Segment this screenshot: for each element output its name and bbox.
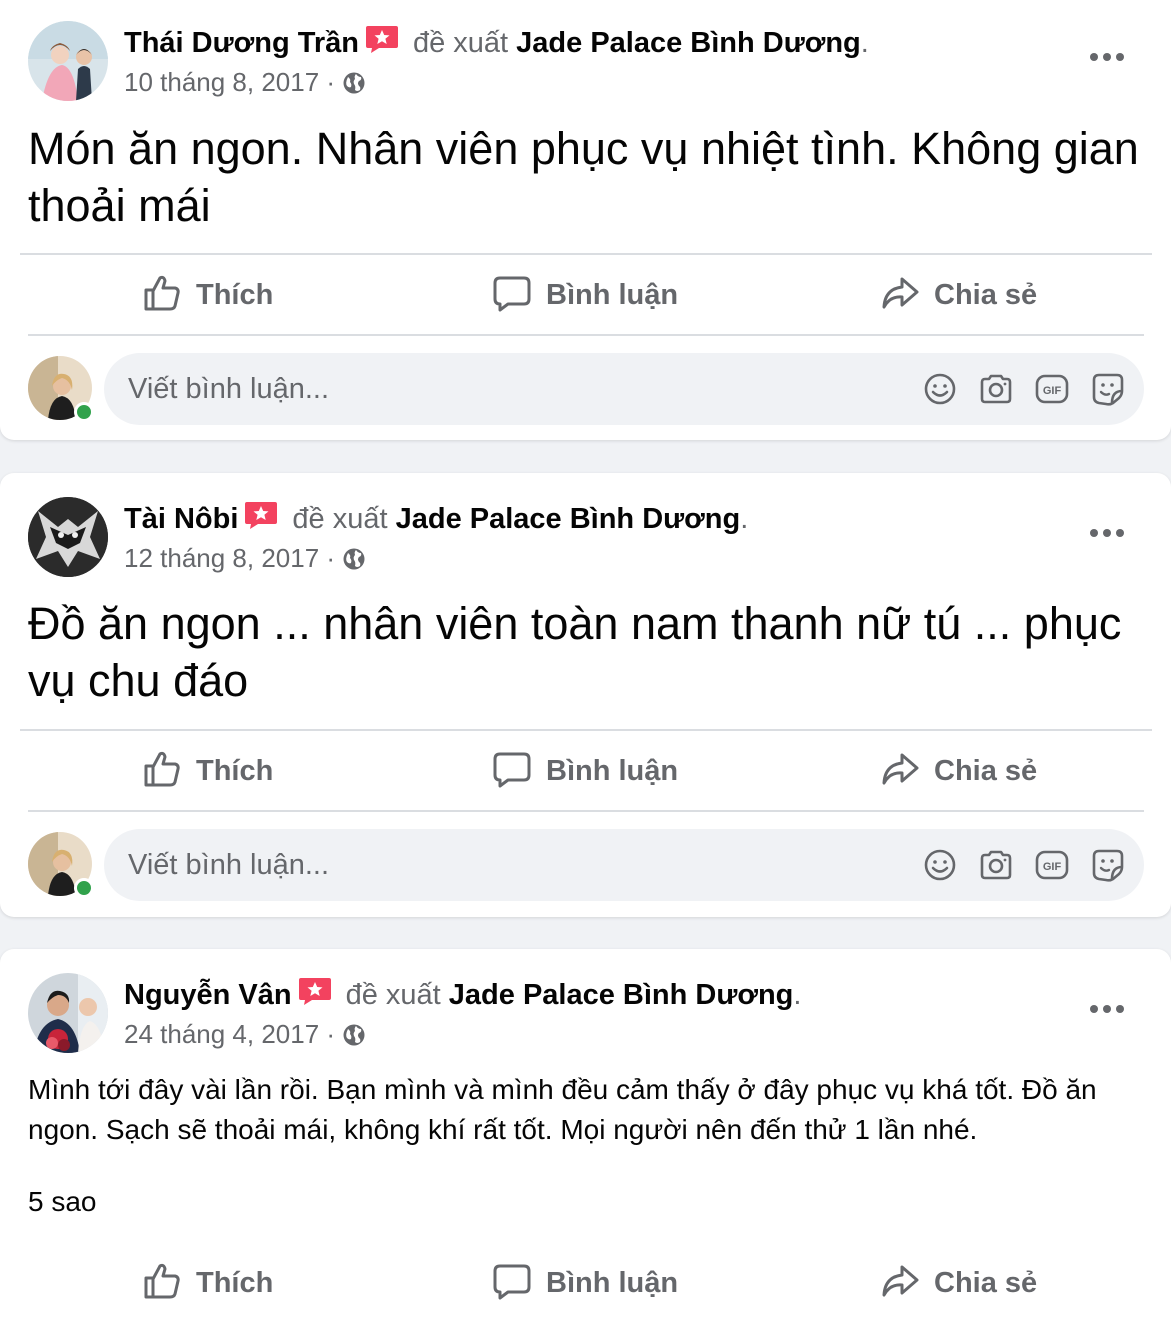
comment-input[interactable]: Viết bình luận... GIF <box>104 829 1144 901</box>
author-avatar[interactable] <box>28 21 108 101</box>
comment-label: Bình luận <box>546 279 679 311</box>
post-date[interactable]: 12 tháng 8, 2017 <box>124 543 319 573</box>
online-status-dot <box>74 402 94 422</box>
current-user-avatar[interactable] <box>28 356 94 422</box>
speech-bubble-icon <box>492 1261 532 1301</box>
page-name-link[interactable]: Jade Palace Bình Dương <box>396 503 741 535</box>
like-label: Thích <box>196 1267 274 1299</box>
like-button[interactable]: Thích <box>142 273 273 317</box>
divider <box>20 253 1152 255</box>
review-text: Mình tới đây vài lần rồi. Bạn mình và mì… <box>28 1074 1097 1145</box>
smiley-icon[interactable] <box>922 371 958 407</box>
camera-icon[interactable] <box>978 847 1014 883</box>
author-name[interactable]: Thái Dương Trần <box>124 27 359 59</box>
author-name[interactable]: Nguyễn Vân <box>124 979 292 1011</box>
like-label: Thích <box>196 279 274 311</box>
share-button[interactable]: Chia sẻ <box>880 273 1037 317</box>
recommends-text: đề xuất <box>345 979 441 1011</box>
period: . <box>740 503 749 535</box>
share-arrow-icon <box>880 1261 920 1301</box>
post-header: Thái Dương Trần đề xuất Jade Palace Bình … <box>124 24 869 61</box>
recommend-star-icon <box>244 500 278 530</box>
comment-label: Bình luận <box>546 1267 679 1299</box>
current-user-avatar[interactable] <box>28 832 94 898</box>
date-separator: · <box>319 543 336 573</box>
post-date-line: 12 tháng 8, 2017 · <box>124 542 366 574</box>
more-horizontal-icon[interactable] <box>1089 1004 1125 1014</box>
share-label: Chia sẻ <box>934 755 1038 787</box>
share-label: Chia sẻ <box>934 279 1038 311</box>
author-name[interactable]: Tài Nôbi <box>124 503 238 535</box>
share-arrow-icon <box>880 749 920 789</box>
thumbs-up-icon <box>142 749 182 789</box>
comment-button[interactable]: Bình luận <box>492 1261 678 1305</box>
rating-text: 5 sao <box>28 1186 97 1217</box>
smiley-icon[interactable] <box>922 847 958 883</box>
gif-icon[interactable]: GIF <box>1034 847 1070 883</box>
svg-text:GIF: GIF <box>1043 861 1062 873</box>
divider <box>20 729 1152 731</box>
speech-bubble-icon <box>492 749 532 789</box>
post-date-line: 10 tháng 8, 2017 · <box>124 66 366 98</box>
comment-button[interactable]: Bình luận <box>492 749 678 793</box>
period: . <box>860 27 869 59</box>
online-status-dot <box>74 878 94 898</box>
sticker-icon[interactable] <box>1090 371 1126 407</box>
divider <box>28 810 1144 812</box>
author-avatar[interactable] <box>28 973 108 1053</box>
post-header: Nguyễn Vân đề xuất Jade Palace Bình Dương… <box>124 976 801 1013</box>
svg-text:GIF: GIF <box>1043 385 1062 397</box>
date-separator: · <box>319 1019 336 1049</box>
recommend-star-icon <box>365 24 399 54</box>
globe-icon <box>342 70 366 94</box>
review-text: Đồ ăn ngon ... nhân viên toàn nam thanh … <box>28 598 1122 706</box>
thumbs-up-icon <box>142 273 182 313</box>
recommends-text: đề xuất <box>292 503 388 535</box>
share-label: Chia sẻ <box>934 1267 1038 1299</box>
like-button[interactable]: Thích <box>142 1261 273 1305</box>
gif-icon[interactable]: GIF <box>1034 371 1070 407</box>
share-button[interactable]: Chia sẻ <box>880 749 1037 793</box>
recommend-star-icon <box>298 976 332 1006</box>
date-separator: · <box>319 67 336 97</box>
like-label: Thích <box>196 755 274 787</box>
more-horizontal-icon[interactable] <box>1089 52 1125 62</box>
post-date[interactable]: 10 tháng 8, 2017 <box>124 67 319 97</box>
speech-bubble-icon <box>492 273 532 313</box>
globe-icon <box>342 546 366 570</box>
camera-icon[interactable] <box>978 371 1014 407</box>
like-button[interactable]: Thích <box>142 749 273 793</box>
author-avatar[interactable] <box>28 497 108 577</box>
globe-icon <box>342 1022 366 1046</box>
post-date[interactable]: 24 tháng 4, 2017 <box>124 1019 319 1049</box>
page-name-link[interactable]: Jade Palace Bình Dương <box>516 27 861 59</box>
divider <box>28 334 1144 336</box>
share-arrow-icon <box>880 273 920 313</box>
post-header: Tài Nôbi đề xuất Jade Palace Bình Dương. <box>124 500 748 537</box>
review-text: Món ăn ngon. Nhân viên phục vụ nhiệt tìn… <box>28 123 1139 231</box>
comment-button[interactable]: Bình luận <box>492 273 678 317</box>
sticker-icon[interactable] <box>1090 847 1126 883</box>
review-post: Nguyễn Vân đề xuất Jade Palace Bình Dương… <box>0 949 1171 1320</box>
thumbs-up-icon <box>142 1261 182 1301</box>
recommends-text: đề xuất <box>412 27 509 59</box>
post-date-line: 24 tháng 4, 2017 · <box>124 1018 366 1050</box>
comment-placeholder: Viết bình luận... <box>128 373 330 405</box>
more-horizontal-icon[interactable] <box>1089 528 1125 538</box>
review-post: Tài Nôbi đề xuất Jade Palace Bình Dương. … <box>0 473 1171 917</box>
review-post: Thái Dương Trần đề xuất Jade Palace Bình … <box>0 0 1171 440</box>
comment-label: Bình luận <box>546 755 679 787</box>
comment-placeholder: Viết bình luận... <box>128 849 330 881</box>
share-button[interactable]: Chia sẻ <box>880 1261 1037 1305</box>
page-name-link[interactable]: Jade Palace Bình Dương <box>449 979 794 1011</box>
period: . <box>793 979 802 1011</box>
comment-input[interactable]: Viết bình luận... GIF <box>104 353 1144 425</box>
